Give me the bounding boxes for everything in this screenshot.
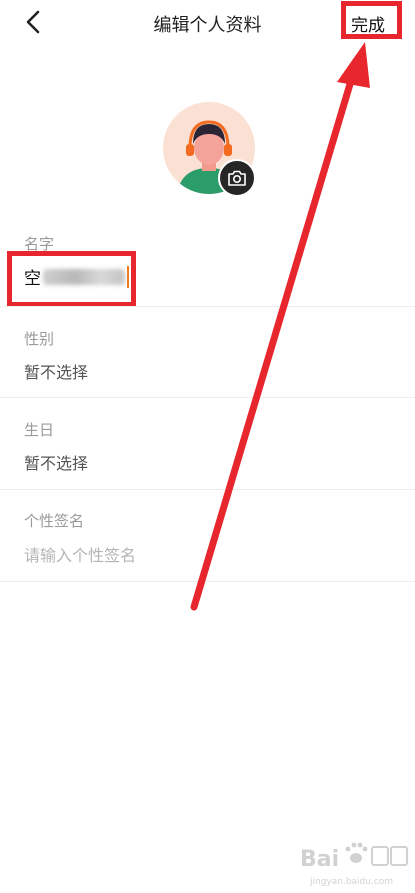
camera-icon [228, 170, 246, 186]
signature-label: 个性签名 [24, 512, 85, 530]
signature-input[interactable]: 请输入个性签名 [24, 542, 136, 566]
gender-label: 性别 [24, 330, 55, 348]
watermark-brand: Bai [300, 847, 339, 872]
birthday-label: 生日 [24, 421, 55, 439]
watermark-url: jingyan.baidu.com [309, 877, 393, 887]
header-bar: 编辑个人资料 完成 [0, 0, 415, 46]
divider [0, 306, 415, 307]
divider [0, 581, 415, 582]
divider [0, 489, 415, 490]
done-button[interactable]: 完成 [351, 11, 385, 36]
change-avatar-button[interactable] [218, 159, 256, 197]
name-label: 名字 [24, 235, 55, 253]
watermark-square-glyphs [371, 846, 408, 866]
paw-icon [345, 842, 368, 863]
gender-select[interactable]: 暂不选择 [24, 359, 88, 383]
name-input-visible-text: 空 [24, 269, 41, 289]
avatar-container[interactable] [163, 102, 256, 197]
divider [0, 397, 415, 398]
name-redacted-text [43, 268, 125, 285]
baidu-watermark: Bai jingyan.baidu.com [300, 842, 408, 887]
name-input[interactable]: 空 [24, 264, 129, 289]
text-cursor [127, 265, 129, 288]
birthday-select[interactable]: 暂不选择 [24, 450, 88, 474]
